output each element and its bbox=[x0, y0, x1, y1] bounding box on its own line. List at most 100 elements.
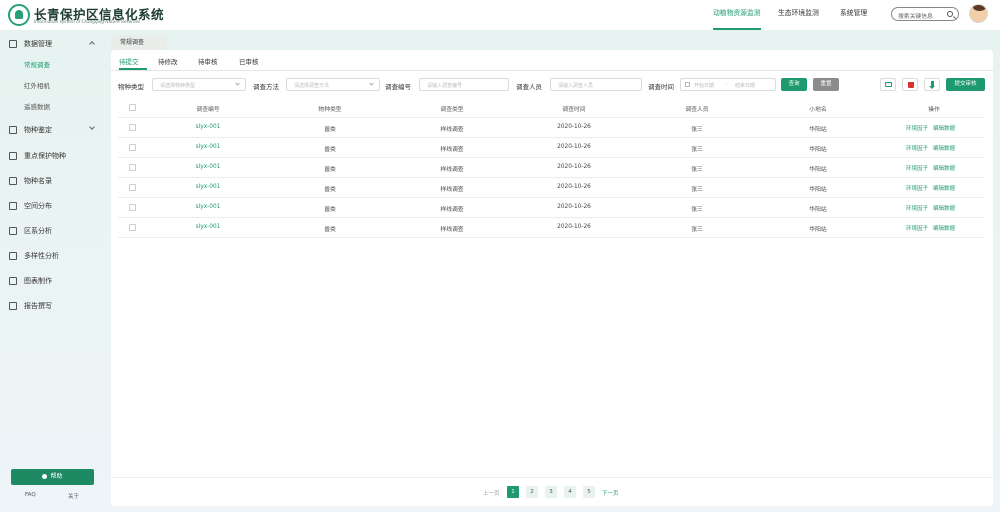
cell-location: 华阳站 bbox=[809, 207, 827, 213]
env-factor-link[interactable]: 环境因子 bbox=[906, 204, 928, 212]
cell-species-type: 兽类 bbox=[324, 127, 336, 133]
sidebar-item-fauna-analysis[interactable]: 区系分析 bbox=[0, 221, 108, 241]
help-button[interactable]: 帮助 bbox=[11, 469, 94, 485]
submit-all-button[interactable]: 提交审核 bbox=[946, 78, 985, 91]
cell-code[interactable]: slyx-001 bbox=[196, 184, 221, 190]
edit-data-link[interactable]: 编辑数据 bbox=[933, 184, 955, 192]
list-icon bbox=[9, 177, 17, 185]
delete-button[interactable] bbox=[902, 78, 918, 91]
top-header: 长青保护区信息化系统 Information system of Changqi… bbox=[0, 0, 1000, 30]
tab-pending-edit[interactable]: 待修改 bbox=[158, 56, 178, 66]
tab-routine-survey[interactable]: 常规调查 bbox=[111, 35, 167, 50]
sidebar-item-label: 物种名录 bbox=[24, 177, 52, 185]
code-input[interactable]: 请输入调查编号 bbox=[419, 78, 509, 91]
page-5-button[interactable]: 5 bbox=[583, 486, 595, 498]
cell-person: 张三 bbox=[691, 127, 703, 133]
cell-person: 张三 bbox=[691, 147, 703, 153]
sidebar-sub-routine-survey[interactable]: 常规调查 bbox=[24, 59, 50, 69]
trash-icon bbox=[908, 82, 914, 88]
chevron-down-icon bbox=[369, 81, 374, 86]
cell-code[interactable]: slyx-001 bbox=[196, 204, 221, 210]
sidebar-item-label: 区系分析 bbox=[24, 227, 52, 235]
sidebar-sub-infrared-camera[interactable]: 红外相机 bbox=[24, 80, 50, 90]
table-row: slyx-001 兽类 样线调查 2020-10-26 张三 华阳站 环境因子 … bbox=[118, 178, 985, 198]
sidebar-item-data-management[interactable]: 数据管理 bbox=[0, 34, 108, 54]
nav-system-management[interactable]: 系统管理 bbox=[840, 0, 867, 30]
nav-eco-monitoring[interactable]: 生态环境监测 bbox=[778, 0, 819, 30]
row-checkbox[interactable] bbox=[129, 204, 136, 211]
user-avatar[interactable] bbox=[969, 4, 988, 23]
row-checkbox[interactable] bbox=[129, 144, 136, 151]
cell-code[interactable]: slyx-001 bbox=[196, 144, 221, 150]
app-subtitle: Information system of Changqing Nature R… bbox=[34, 19, 141, 24]
search-input[interactable]: 搜索关键信息 bbox=[891, 7, 959, 21]
tab-pending-review[interactable]: 待审核 bbox=[198, 56, 218, 66]
reset-button[interactable]: 重置 bbox=[813, 78, 839, 91]
sidebar-item-reports[interactable]: 报告撰写 bbox=[0, 296, 108, 316]
prev-page-button[interactable]: 上一页 bbox=[483, 489, 500, 497]
nav-wildlife-monitoring[interactable]: 动植物资源监测 bbox=[713, 0, 761, 30]
cell-species-type: 兽类 bbox=[324, 187, 336, 193]
env-factor-link[interactable]: 环境因子 bbox=[906, 144, 928, 152]
env-factor-link[interactable]: 环境因子 bbox=[906, 184, 928, 192]
cell-survey-type: 样线调查 bbox=[440, 167, 464, 173]
row-checkbox[interactable] bbox=[129, 184, 136, 191]
edit-data-link[interactable]: 编辑数据 bbox=[933, 144, 955, 152]
cell-code[interactable]: slyx-001 bbox=[196, 224, 221, 230]
sidebar-item-charts[interactable]: 图表制作 bbox=[0, 271, 108, 291]
cell-location: 华阳站 bbox=[809, 187, 827, 193]
cell-location: 华阳站 bbox=[809, 167, 827, 173]
cell-time: 2020-10-26 bbox=[557, 164, 591, 170]
query-button[interactable]: 查询 bbox=[781, 78, 807, 91]
cell-species-type: 兽类 bbox=[324, 167, 336, 173]
table-row: slyx-001 兽类 样线调查 2020-10-26 张三 华阳站 环境因子 … bbox=[118, 138, 985, 158]
species-type-select[interactable]: 请选择物种类型 bbox=[152, 78, 246, 91]
cell-code[interactable]: slyx-001 bbox=[196, 124, 221, 130]
sidebar-item-spatial[interactable]: 空间分布 bbox=[0, 196, 108, 216]
download-button[interactable] bbox=[924, 78, 940, 91]
edit-data-link[interactable]: 编辑数据 bbox=[933, 224, 955, 232]
calendar-icon bbox=[685, 82, 690, 87]
import-button[interactable] bbox=[880, 78, 896, 91]
cell-time: 2020-10-26 bbox=[557, 124, 591, 130]
row-checkbox[interactable] bbox=[129, 124, 136, 131]
sidebar-item-protected-species[interactable]: 重点保护物种 bbox=[0, 146, 108, 166]
faq-link[interactable]: FAQ bbox=[25, 492, 36, 498]
sidebar-sub-remote-sensing[interactable]: 遥感数据 bbox=[24, 101, 50, 111]
search-icon[interactable] bbox=[947, 11, 953, 17]
row-checkbox[interactable] bbox=[129, 224, 136, 231]
cell-time: 2020-10-26 bbox=[557, 224, 591, 230]
tab-pending-submit[interactable]: 待提交 bbox=[119, 56, 139, 66]
report-icon bbox=[9, 302, 17, 310]
page-1-button[interactable]: 1 bbox=[507, 486, 519, 498]
method-label: 调查方法 bbox=[253, 83, 279, 91]
date-range-picker[interactable]: 开始日期 - 结束日期 bbox=[680, 78, 776, 91]
edit-data-link[interactable]: 编辑数据 bbox=[933, 124, 955, 132]
code-placeholder: 请输入调查编号 bbox=[427, 83, 463, 89]
tab-reviewed[interactable]: 已审核 bbox=[239, 56, 259, 66]
env-factor-link[interactable]: 环境因子 bbox=[906, 124, 928, 132]
sidebar-item-species-id[interactable]: 物种鉴定 bbox=[0, 120, 108, 140]
page-3-button[interactable]: 3 bbox=[545, 486, 557, 498]
sidebar-item-species-list[interactable]: 物种名录 bbox=[0, 171, 108, 191]
page-2-button[interactable]: 2 bbox=[526, 486, 538, 498]
edit-data-link[interactable]: 编辑数据 bbox=[933, 204, 955, 212]
sidebar-item-diversity[interactable]: 多样性分析 bbox=[0, 246, 108, 266]
table-header-row bbox=[118, 98, 985, 118]
help-icon bbox=[42, 474, 48, 479]
row-checkbox[interactable] bbox=[129, 164, 136, 171]
about-link[interactable]: 关于 bbox=[68, 492, 79, 500]
cell-code[interactable]: slyx-001 bbox=[196, 164, 221, 170]
page-4-button[interactable]: 4 bbox=[564, 486, 576, 498]
next-page-button[interactable]: 下一页 bbox=[602, 489, 619, 497]
divider bbox=[111, 477, 993, 478]
table-row: slyx-001 兽类 样线调查 2020-10-26 张三 华阳站 环境因子 … bbox=[118, 218, 985, 238]
cell-survey-type: 样线调查 bbox=[440, 127, 464, 133]
edit-data-link[interactable]: 编辑数据 bbox=[933, 164, 955, 172]
env-factor-link[interactable]: 环境因子 bbox=[906, 224, 928, 232]
person-input[interactable]: 请输入调查人员 bbox=[550, 78, 642, 91]
env-factor-link[interactable]: 环境因子 bbox=[906, 164, 928, 172]
help-label: 帮助 bbox=[50, 473, 63, 480]
method-select[interactable]: 请选择调查方法 bbox=[286, 78, 380, 91]
chevron-up-icon bbox=[89, 41, 95, 47]
